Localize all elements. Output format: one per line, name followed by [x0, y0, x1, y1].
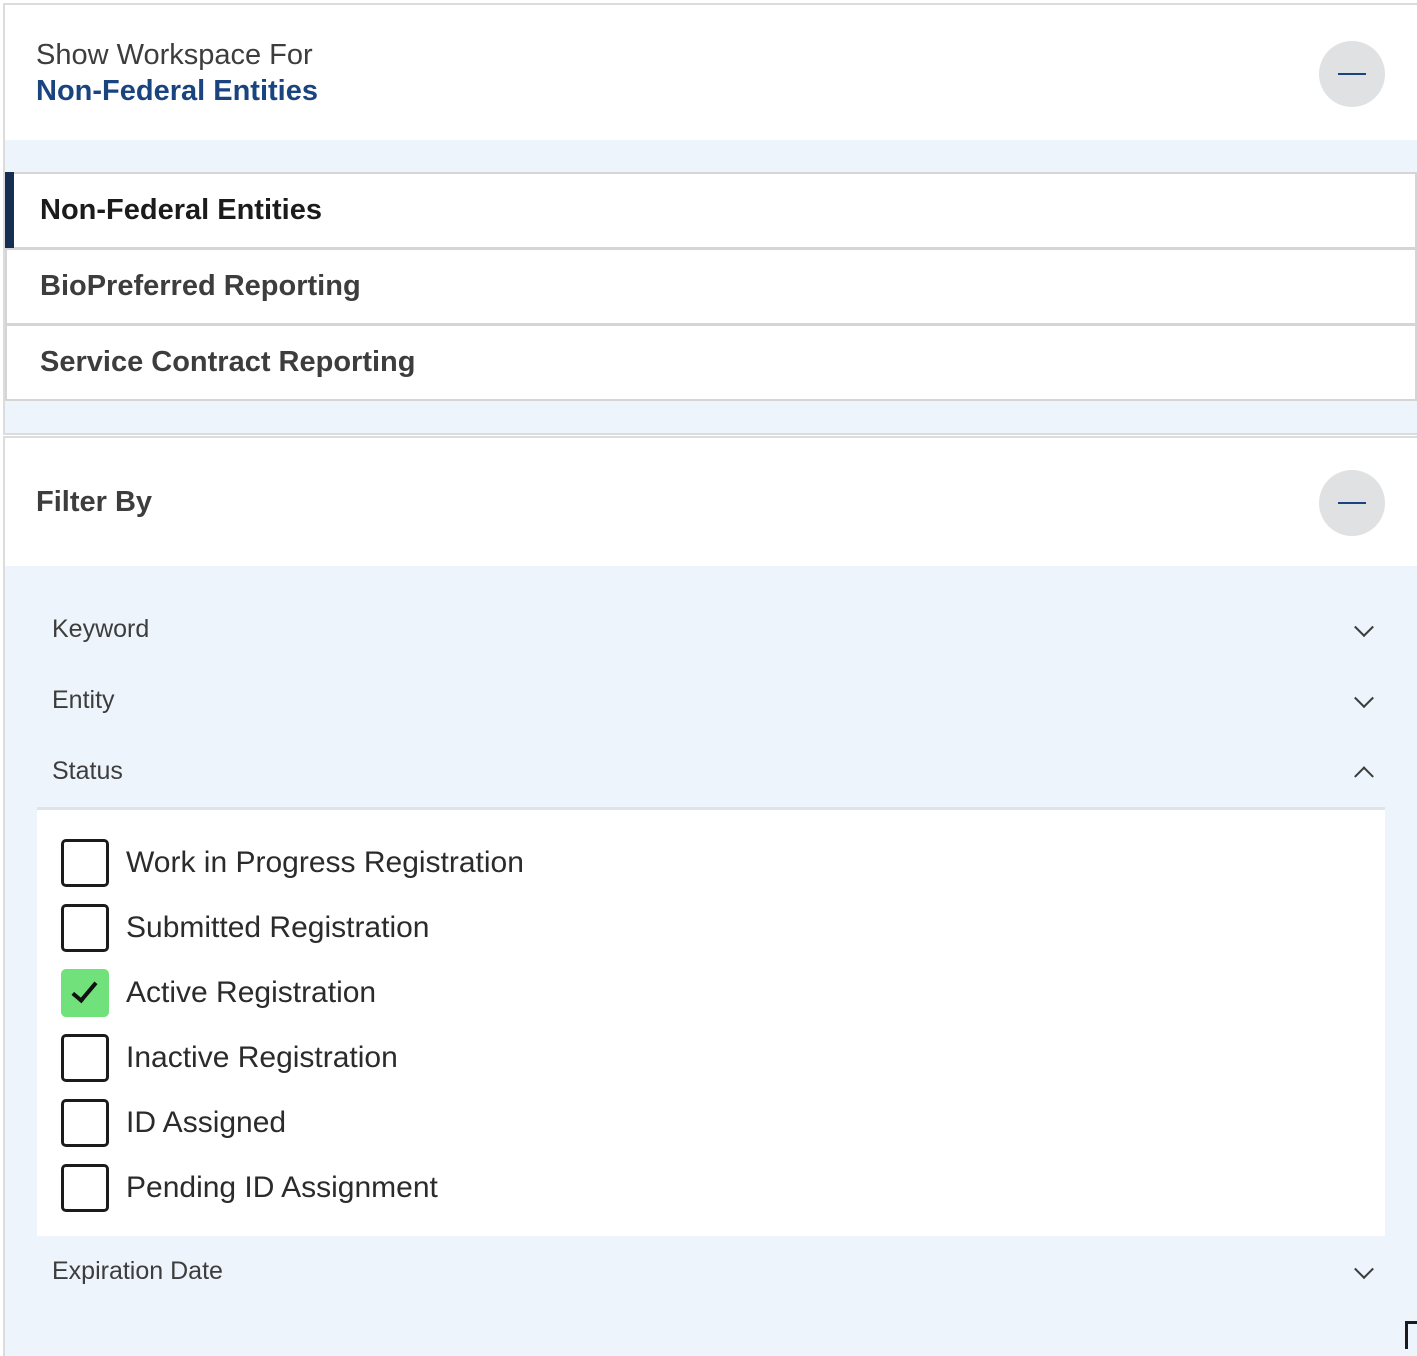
chevron-down-icon — [1354, 1259, 1374, 1279]
workspace-item-biopreferred-reporting[interactable]: BioPreferred Reporting — [5, 248, 1417, 325]
status-option-pending-id[interactable]: Pending ID Assignment — [61, 1155, 1385, 1220]
checkbox-label: Work in Progress Registration — [126, 846, 524, 880]
checkbox-label: Inactive Registration — [126, 1041, 398, 1075]
workspace-selected: Non-Federal Entities — [36, 75, 318, 108]
filter-status-toggle[interactable]: Status — [37, 736, 1385, 807]
minus-icon — [1338, 73, 1366, 75]
workspace-item-non-federal-entities[interactable]: Non-Federal Entities — [5, 172, 1417, 249]
filter-collapse-button[interactable] — [1319, 470, 1385, 536]
workspace-header: Show Workspace For Non-Federal Entities — [5, 5, 1417, 140]
status-option-active[interactable]: Active Registration — [61, 960, 1385, 1025]
filter-status-label: Status — [52, 757, 123, 786]
filter-expiration-toggle[interactable]: Expiration Date — [37, 1236, 1385, 1307]
checkbox[interactable] — [61, 1034, 109, 1082]
checkbox-label: ID Assigned — [126, 1106, 286, 1140]
filter-body: Keyword Entity Status Work in Progress R… — [5, 566, 1417, 1356]
workspace-item-label: Non-Federal Entities — [40, 194, 322, 227]
checkbox-label: Submitted Registration — [126, 911, 430, 945]
chevron-up-icon — [1354, 766, 1374, 786]
minus-icon — [1338, 502, 1366, 504]
checkbox-label: Active Registration — [126, 976, 376, 1010]
checkbox-label: Pending ID Assignment — [126, 1171, 438, 1205]
checkbox[interactable] — [61, 904, 109, 952]
filter-keyword-toggle[interactable]: Keyword — [37, 594, 1385, 665]
filter-expiration-label: Expiration Date — [52, 1257, 223, 1286]
filter-entity-toggle[interactable]: Entity — [37, 665, 1385, 736]
status-options: Work in Progress Registration Submitted … — [37, 807, 1385, 1236]
checkbox[interactable] — [61, 1099, 109, 1147]
checkbox[interactable] — [61, 839, 109, 887]
workspace-item-service-contract-reporting[interactable]: Service Contract Reporting — [5, 324, 1417, 401]
workspace-kicker: Show Workspace For — [36, 39, 313, 72]
checkbox-checked[interactable] — [61, 969, 109, 1017]
filter-header: Filter By — [5, 438, 1417, 566]
status-option-work-in-progress[interactable]: Work in Progress Registration — [61, 830, 1385, 895]
workspace-item-label: Service Contract Reporting — [40, 346, 415, 379]
filter-panel: Filter By Keyword Entity Status Work in … — [3, 436, 1417, 1356]
filter-entity-label: Entity — [52, 686, 115, 715]
status-option-id-assigned[interactable]: ID Assigned — [61, 1090, 1385, 1155]
workspace-list: Non-Federal Entities BioPreferred Report… — [5, 140, 1417, 433]
filter-title: Filter By — [36, 486, 152, 519]
status-option-submitted[interactable]: Submitted Registration — [61, 895, 1385, 960]
chevron-down-icon — [1354, 617, 1374, 637]
workspace-collapse-button[interactable] — [1319, 41, 1385, 107]
workspace-item-label: BioPreferred Reporting — [40, 270, 361, 303]
filter-keyword-label: Keyword — [52, 615, 149, 644]
checkbox[interactable] — [61, 1164, 109, 1212]
workspace-panel: Show Workspace For Non-Federal Entities … — [3, 3, 1417, 435]
chevron-down-icon — [1354, 688, 1374, 708]
check-icon — [71, 975, 97, 1003]
corner-bracket-icon — [1405, 1321, 1417, 1349]
status-option-inactive[interactable]: Inactive Registration — [61, 1025, 1385, 1090]
